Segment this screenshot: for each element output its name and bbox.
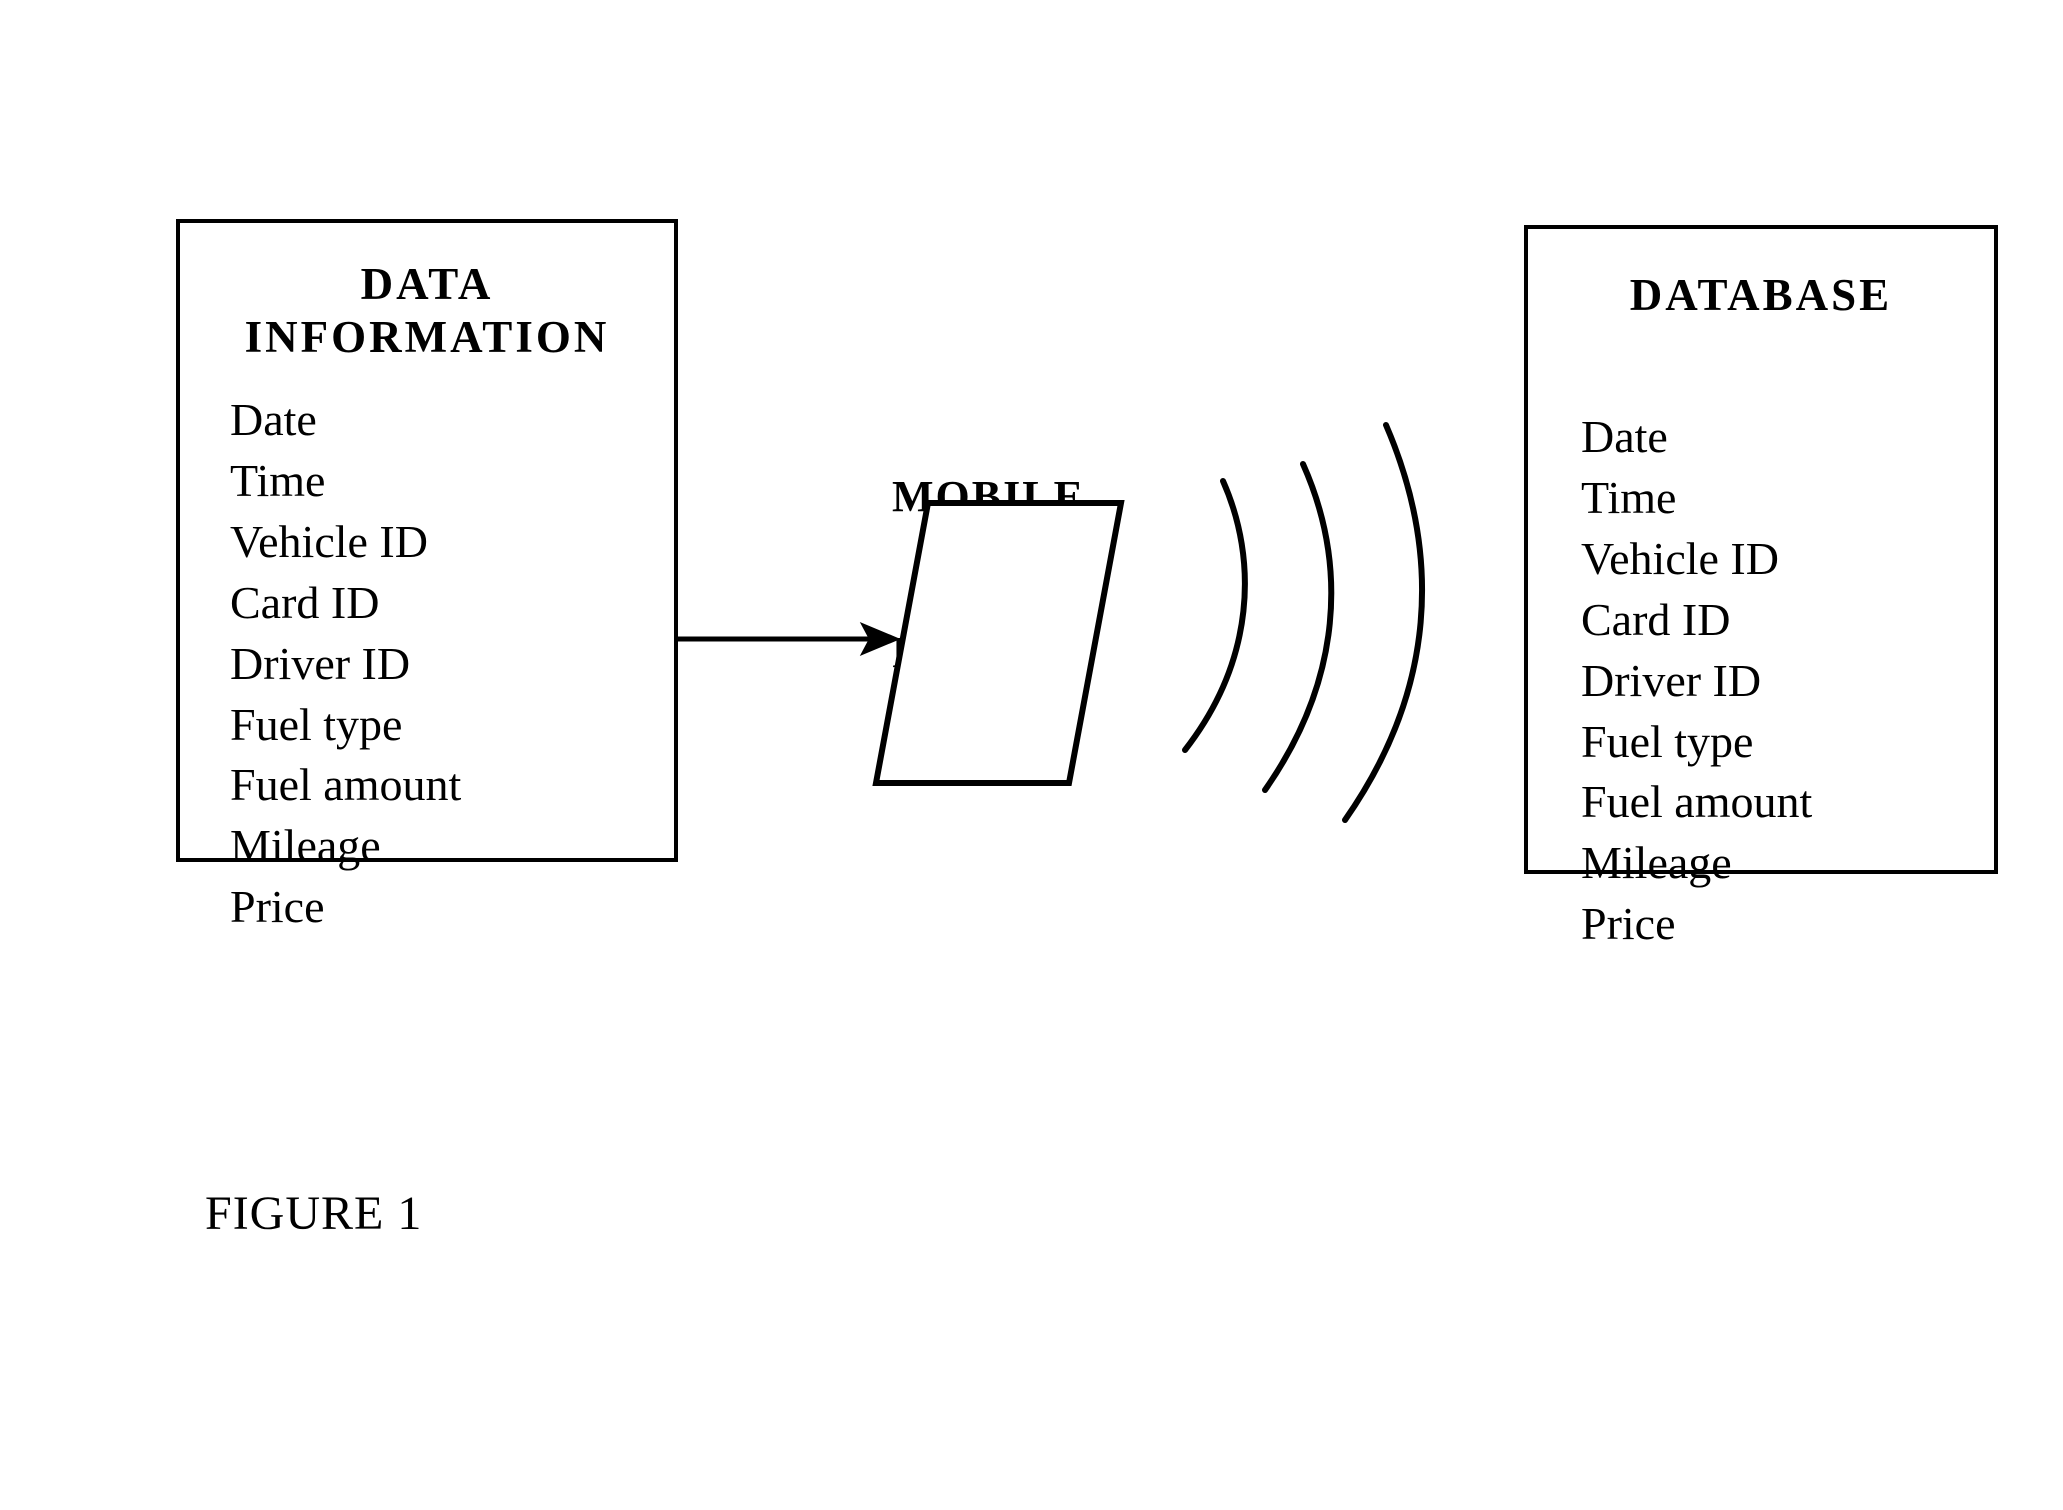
list-item: Fuel amount	[230, 759, 462, 811]
mobile-phone-label-line1: MOBILE	[892, 471, 1085, 521]
wave-arc-inner	[1182, 478, 1248, 753]
database-title: DATABASE	[1629, 270, 1893, 320]
list-item: Card ID	[1581, 593, 1731, 645]
list-item: Mileage	[1581, 837, 1732, 889]
list-item: Fuel type	[230, 698, 403, 750]
list-item: Card ID	[230, 576, 380, 628]
figure-canvas: DATA INFORMATION Date Time Vehicle ID Ca…	[0, 0, 2063, 1510]
mobile-phone-label: MOBILE PHONE	[892, 367, 1085, 782]
data-information-title: DATA INFORMATION	[180, 258, 674, 364]
wave-arc-outer	[1342, 422, 1426, 823]
data-information-title-line1: DATA	[360, 259, 494, 309]
database-box: DATABASE Date Time Vehicle ID Card ID Dr…	[1524, 225, 1998, 947]
list-item: Driver ID	[230, 637, 411, 689]
list-item: Mileage	[230, 820, 381, 872]
list-item: Date	[1581, 411, 1668, 462]
list-item: Fuel amount	[1581, 776, 1813, 828]
list-item: Driver ID	[1581, 654, 1762, 706]
figure-caption: FIGURE 1	[205, 1187, 423, 1240]
wireless-wave-arcs-icon	[1182, 422, 1426, 823]
data-information-box: DATA INFORMATION Date Time Vehicle ID Ca…	[176, 219, 678, 930]
data-transfer-arrow-icon	[676, 622, 901, 656]
database-field-list: Date Time Vehicle ID Card ID Driver ID F…	[1581, 411, 1813, 962]
list-item: Time	[230, 454, 326, 506]
list-item: Price	[230, 881, 325, 933]
data-information-field-list: Date Time Vehicle ID Card ID Driver ID F…	[230, 394, 462, 945]
list-item: Vehicle ID	[1581, 532, 1779, 584]
wave-arc-middle	[1262, 461, 1335, 793]
list-item: Vehicle ID	[230, 515, 428, 567]
data-information-title-line2: INFORMATION	[244, 312, 610, 363]
list-item: Price	[1581, 898, 1676, 950]
list-item: Date	[230, 394, 317, 445]
list-item: Time	[1581, 471, 1677, 523]
list-item: Fuel type	[1581, 715, 1754, 767]
mobile-phone-label-line2: PHONE	[892, 627, 1059, 677]
